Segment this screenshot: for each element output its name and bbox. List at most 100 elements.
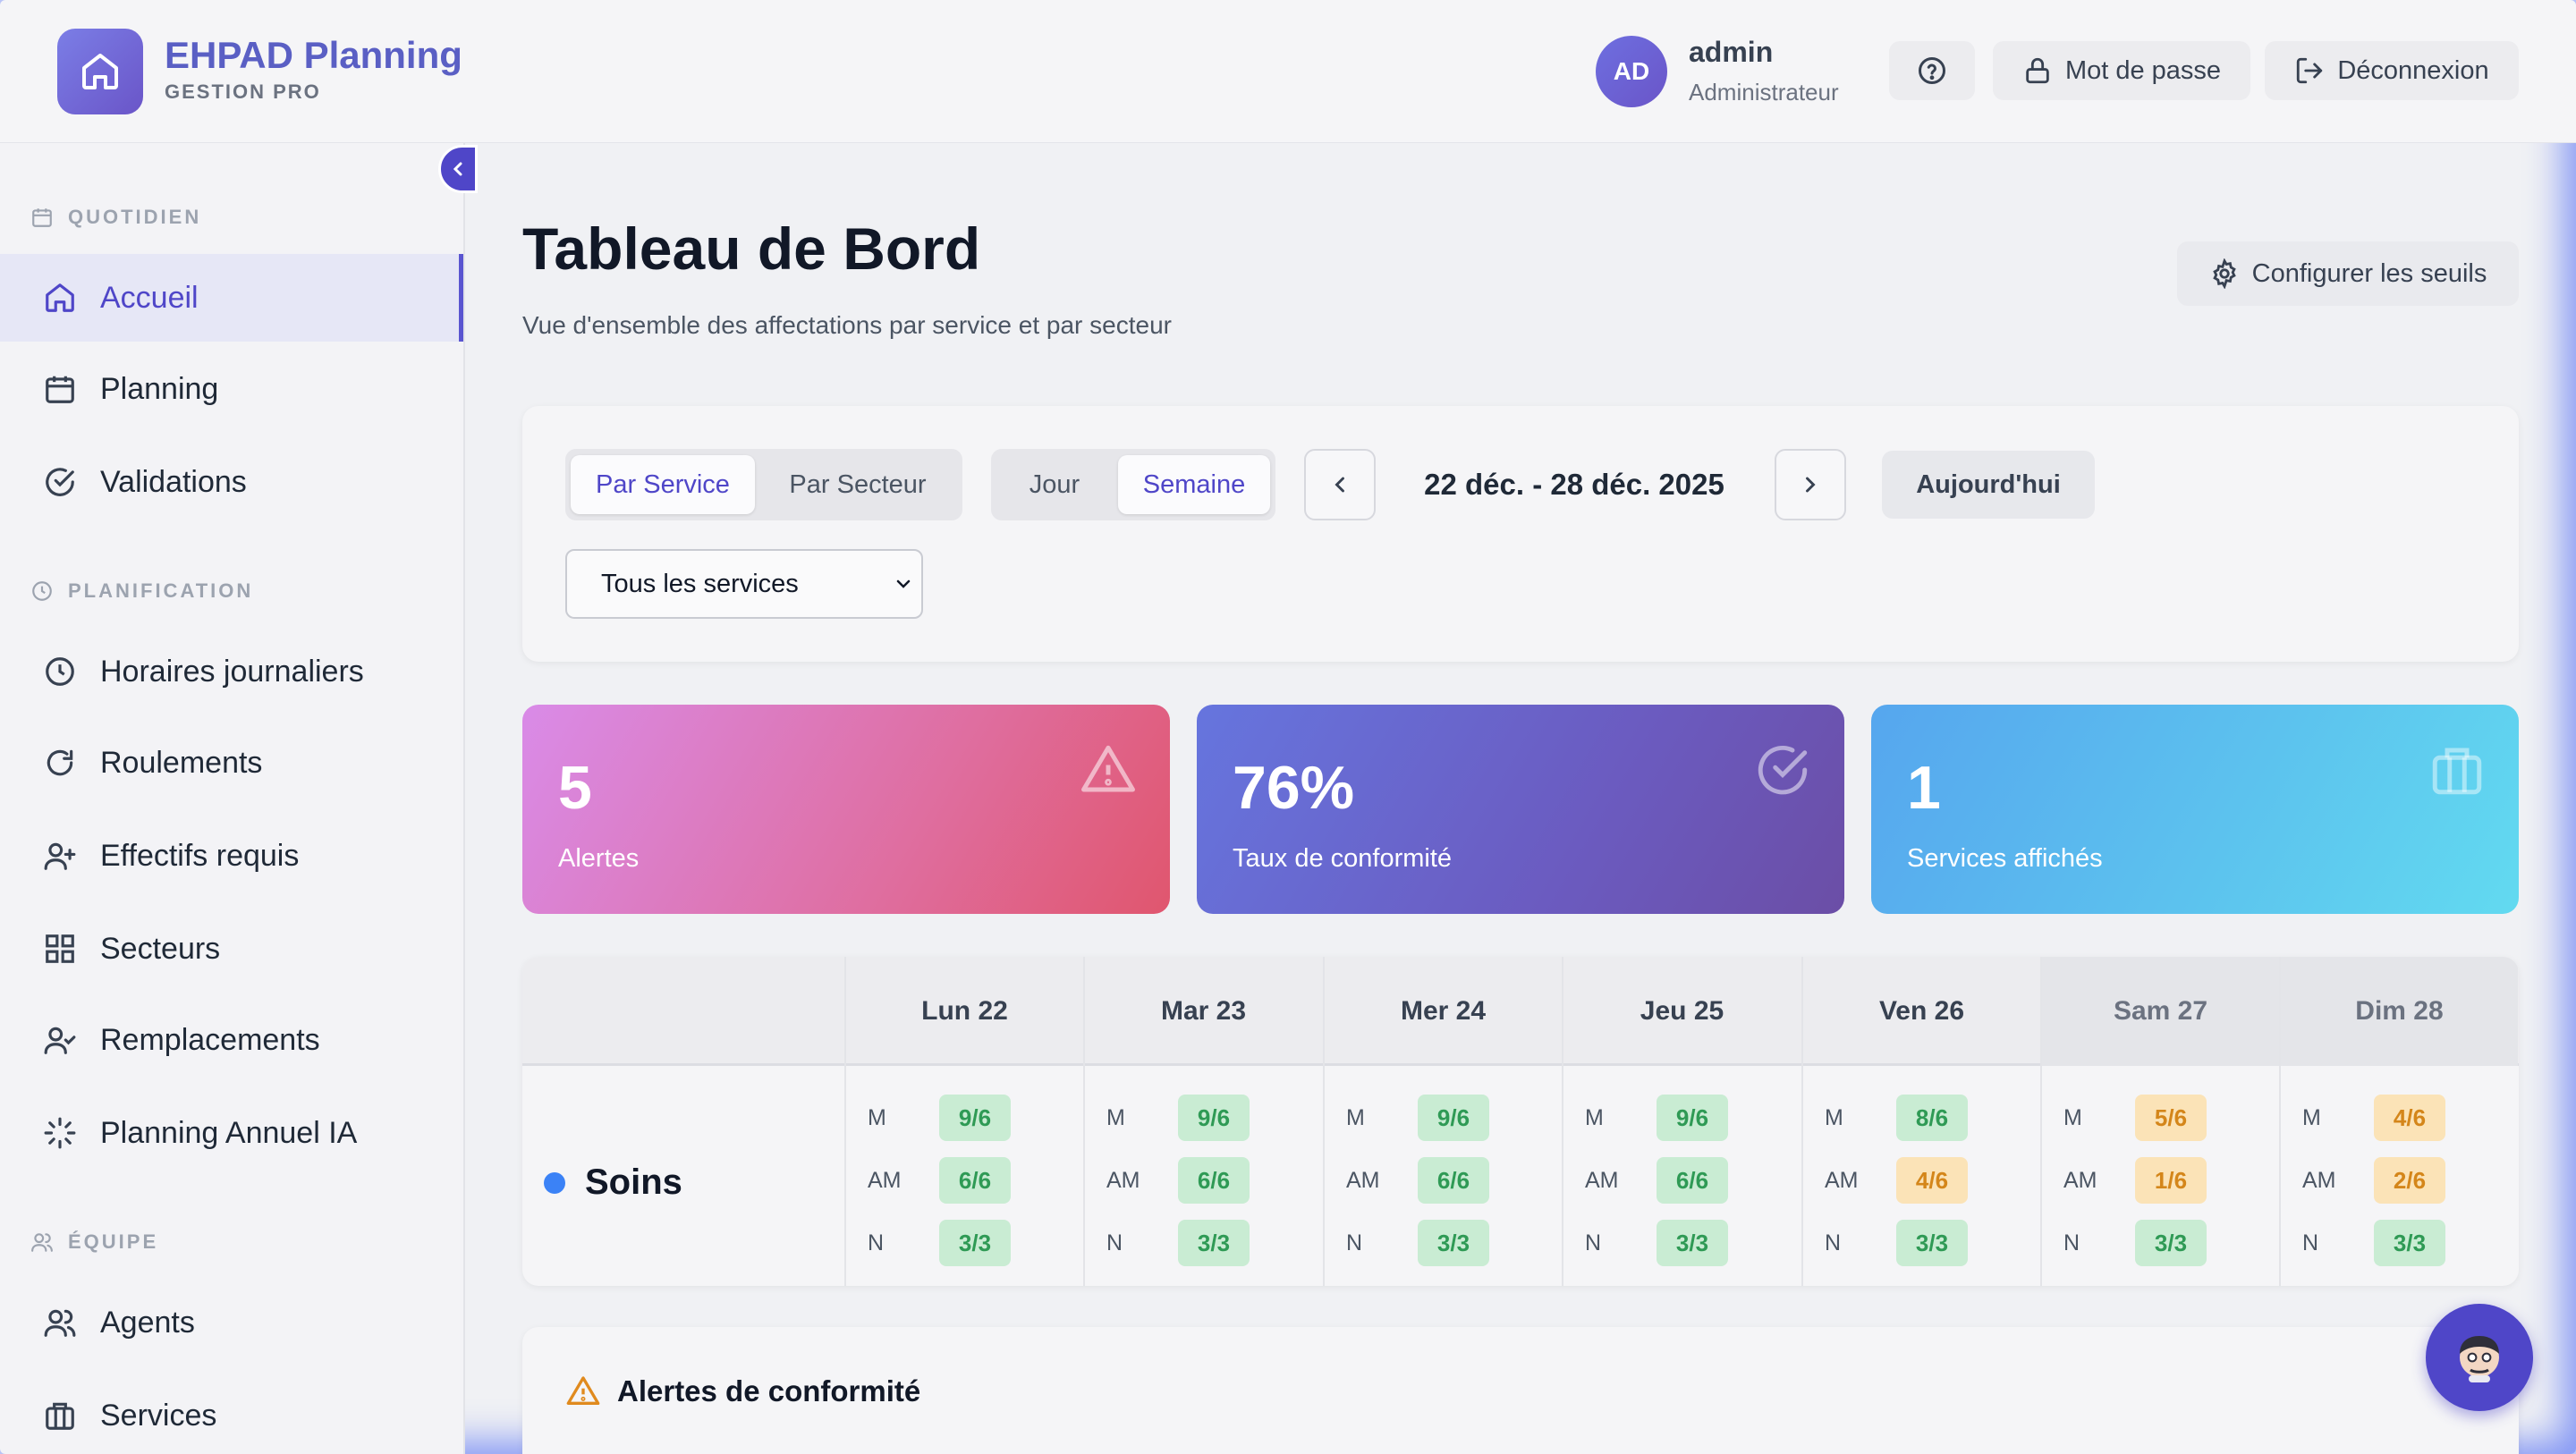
gear-icon [2212, 258, 2236, 289]
day-cell: M 9/6 AM 6/6 N 3/3 [1562, 1066, 1801, 1286]
logout-icon [2297, 57, 2323, 84]
staffing-badge[interactable]: 9/6 [939, 1095, 1011, 1141]
sidebar-item-label: Services [100, 1398, 217, 1433]
sidebar-item-label: Accueil [100, 280, 199, 315]
users-icon [44, 1309, 76, 1337]
staffing-badge[interactable]: 3/3 [2374, 1220, 2445, 1266]
app-logo[interactable] [57, 29, 143, 114]
day-cell: M 4/6 AM 2/6 N 3/3 [2279, 1066, 2518, 1286]
staffing-badge[interactable]: 3/3 [1178, 1220, 1250, 1266]
briefcase-icon [2432, 748, 2482, 795]
day-header: Dim 28 [2279, 957, 2518, 1066]
service-select[interactable]: Tous les services [565, 549, 923, 619]
day-header: Jeu 25 [1562, 957, 1801, 1066]
day-cell: M 5/6 AM 1/6 N 3/3 [2040, 1066, 2279, 1286]
sidebar-item-label: Planning [100, 371, 219, 406]
stat-label: Alertes [558, 844, 640, 873]
sidebar-item-effectifs[interactable]: Effectifs requis [0, 812, 463, 900]
shift-label: N [1106, 1230, 1123, 1255]
shift-label: AM [2302, 1168, 2336, 1193]
staffing-badge[interactable]: 9/6 [1418, 1095, 1489, 1141]
alert-triangle-icon [566, 1376, 600, 1405]
shift-label: M [1346, 1105, 1365, 1130]
day-header: Lun 22 [844, 957, 1083, 1066]
sidebar-item-accueil[interactable]: Accueil [0, 254, 463, 342]
sidebar-item-label: Planning Annuel IA [100, 1115, 358, 1150]
avatar[interactable]: AD [1596, 36, 1667, 107]
staffing-badge[interactable]: 3/3 [939, 1220, 1011, 1266]
day-header: Sam 27 [2040, 957, 2279, 1066]
app-window: EHPAD Planning GESTION PRO AD admin Admi… [0, 0, 2576, 1454]
staffing-badge[interactable]: 8/6 [1896, 1095, 1968, 1141]
user-role: Administrateur [1689, 79, 1839, 106]
staffing-badge[interactable]: 1/6 [2135, 1157, 2207, 1204]
staffing-badge[interactable]: 5/6 [2135, 1095, 2207, 1141]
chevron-left-icon [453, 162, 462, 176]
alert-triangle-icon [1081, 745, 1135, 792]
staffing-badge[interactable]: 3/3 [1896, 1220, 1968, 1266]
staffing-badge[interactable]: 4/6 [2374, 1095, 2445, 1141]
clock-icon [46, 657, 74, 686]
sidebar-item-roulements[interactable]: Roulements [0, 719, 463, 807]
shift-label: AM [868, 1168, 902, 1193]
brand-subtitle: GESTION PRO [165, 80, 321, 103]
period-week-tab[interactable]: Semaine [1118, 455, 1270, 514]
staffing-badge[interactable]: 9/6 [1178, 1095, 1250, 1141]
clock-icon [32, 581, 52, 601]
shift-label: N [1825, 1230, 1842, 1255]
page-title: Tableau de Bord [522, 216, 981, 282]
stat-value: 76% [1233, 754, 1355, 822]
calendar-icon [32, 208, 52, 227]
sidebar-item-remplacements[interactable]: Remplacements [0, 996, 463, 1084]
sidebar-item-planning[interactable]: Planning [0, 345, 463, 433]
chevron-right-icon [1806, 477, 1816, 493]
shift-label: M [1825, 1105, 1843, 1130]
help-button[interactable] [1889, 41, 1975, 100]
refresh-icon [47, 749, 73, 776]
alerts-title: Alertes de conformité [617, 1374, 921, 1408]
view-by-sector-tab[interactable]: Par Secteur [760, 455, 955, 514]
staffing-badge[interactable]: 9/6 [1657, 1095, 1728, 1141]
logout-button[interactable]: Déconnexion [2265, 41, 2519, 100]
sidebar-item-planning-annuel-ia[interactable]: Planning Annuel IA [0, 1089, 463, 1177]
shift-label: N [2302, 1230, 2319, 1255]
calendar-icon [46, 376, 74, 403]
today-button[interactable]: Aujourd'hui [1882, 451, 2095, 519]
sidebar-item-services[interactable]: Services [0, 1372, 463, 1454]
sidebar-item-validations[interactable]: Validations [0, 438, 463, 526]
period-day-tab[interactable]: Jour [996, 455, 1113, 514]
shift-label: N [2063, 1230, 2080, 1255]
check-circle-icon [46, 468, 74, 496]
sidebar-item-horaires[interactable]: Horaires journaliers [0, 628, 463, 715]
loader-icon [44, 1117, 76, 1149]
configure-label: Configurer les seuils [2251, 258, 2487, 288]
staffing-badge[interactable]: 6/6 [939, 1157, 1011, 1204]
sidebar-item-secteurs[interactable]: Secteurs [0, 905, 463, 993]
staffing-badge[interactable]: 3/3 [1418, 1220, 1489, 1266]
chevron-left-icon [1335, 477, 1344, 493]
staffing-badge[interactable]: 6/6 [1178, 1157, 1250, 1204]
staffing-badge[interactable]: 2/6 [2374, 1157, 2445, 1204]
staffing-badge[interactable]: 6/6 [1418, 1157, 1489, 1204]
assistant-chat-button[interactable] [2426, 1304, 2533, 1411]
stat-card-compliance: 76% Taux de conformité [1197, 705, 1844, 914]
prev-week-button[interactable] [1304, 449, 1376, 520]
day-cell: M 9/6 AM 6/6 N 3/3 [844, 1066, 1083, 1286]
password-button[interactable]: Mot de passe [1993, 41, 2250, 100]
grid-icon [46, 934, 74, 963]
shift-label: M [2063, 1105, 2082, 1130]
sidebar-item-agents[interactable]: Agents [0, 1279, 463, 1366]
staffing-badge[interactable]: 6/6 [1657, 1157, 1728, 1204]
day-header: Mar 23 [1083, 957, 1322, 1066]
stat-card-alerts: 5 Alertes [522, 705, 1170, 914]
assistant-avatar-icon [2460, 1336, 2499, 1382]
staffing-badge[interactable]: 3/3 [1657, 1220, 1728, 1266]
sidebar-section-planification: PLANIFICATION [30, 579, 253, 603]
configure-thresholds-button[interactable]: Configurer les seuils [2177, 241, 2519, 306]
sidebar-section-equipe: ÉQUIPE [30, 1230, 158, 1254]
next-week-button[interactable] [1775, 449, 1846, 520]
staffing-badge[interactable]: 3/3 [2135, 1220, 2207, 1266]
staffing-badge[interactable]: 4/6 [1896, 1157, 1968, 1204]
home-icon [82, 54, 118, 89]
view-by-service-tab[interactable]: Par Service [571, 455, 755, 514]
